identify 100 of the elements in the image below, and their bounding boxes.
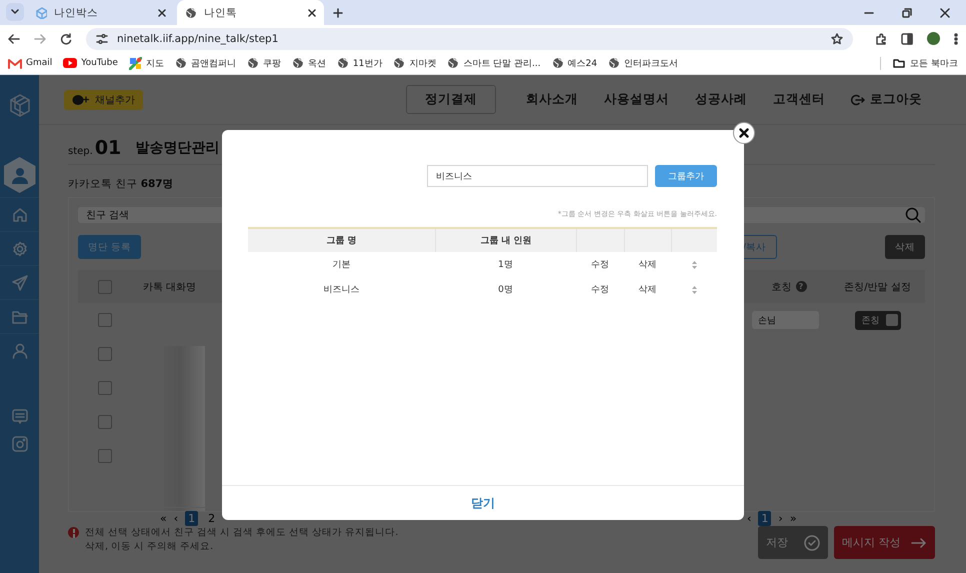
address-bar[interactable]: ninetalk.iif.app/nine_talk/step1 (86, 28, 853, 50)
folder-icon (12, 308, 28, 324)
mail-icon (8, 58, 22, 68)
column-header: 그룹 내 인원 (480, 235, 532, 247)
step-number: step.01 (68, 137, 122, 159)
instagram-icon (12, 436, 28, 452)
save-button[interactable]: 저장 (758, 526, 828, 559)
nav-link[interactable]: 사용설명서 (604, 91, 669, 108)
sort-icon[interactable] (690, 284, 698, 294)
notice-text: 전체 선택 상태에서 친구 검색 시 검색 후에도 선택 상태가 유지됩니다. (85, 526, 398, 540)
person-icon (10, 165, 30, 185)
globe-icon (552, 57, 564, 69)
search-icon[interactable] (905, 207, 921, 223)
logo-icon (8, 93, 30, 117)
bookmark[interactable]: 쿠팡 (246, 56, 281, 70)
close-button[interactable] (733, 122, 755, 144)
delete-button[interactable]: 삭제 (885, 235, 925, 259)
bookmark[interactable]: 스마트 단말 관리... (447, 56, 541, 70)
folder-icon (893, 58, 906, 68)
extension-icon[interactable] (875, 32, 887, 44)
globe-icon (292, 57, 304, 69)
page-arrow[interactable]: › (778, 512, 783, 525)
nav-link[interactable]: 고객센터 (773, 91, 825, 108)
bookmark[interactable]: 지마켓 (393, 56, 436, 70)
chevron-down-icon (11, 9, 19, 15)
notice-text: 삭제, 이동 시 주의해 주세요. (85, 540, 214, 554)
bookmark[interactable]: 인터파크도서 (608, 56, 678, 70)
checkbox[interactable] (98, 449, 112, 463)
browser-tab[interactable]: 나인톡 (177, 0, 324, 25)
page-arrow[interactable]: ‹ (174, 512, 178, 525)
avatar[interactable] (927, 32, 940, 45)
browser-tab[interactable]: 나인박스 (27, 0, 174, 25)
close-icon (739, 128, 749, 138)
checkbox[interactable] (98, 280, 112, 294)
page-arrow[interactable]: » (790, 512, 797, 525)
bookmark[interactable]: Gmail (8, 58, 52, 68)
page-number[interactable]: 2 (205, 511, 218, 526)
bookmark[interactable]: YouTube (63, 58, 118, 68)
chat-plus-icon (72, 94, 90, 106)
bookmark[interactable]: 예스24 (552, 56, 598, 70)
globe-icon (608, 57, 620, 69)
honorific-toggle[interactable]: 존칭 (854, 310, 900, 330)
paper-plane-icon (12, 274, 28, 290)
edit-link[interactable]: 수정 (576, 277, 624, 302)
restore-icon[interactable] (902, 8, 912, 18)
globe-icon (393, 57, 406, 69)
globe-icon (336, 57, 349, 69)
close-button[interactable]: 닫기 (465, 494, 501, 512)
check-circle-icon (804, 534, 820, 550)
checkbox[interactable] (98, 313, 112, 327)
globe-icon (246, 57, 259, 69)
logout-icon (851, 94, 865, 106)
reload-icon[interactable] (60, 32, 72, 44)
add-group-button[interactable]: 그룹추가 (655, 165, 717, 187)
nav-link[interactable]: 회사소개 (526, 91, 578, 108)
close-icon[interactable] (158, 8, 166, 16)
tab-list-button[interactable] (6, 3, 24, 21)
more-icon[interactable] (954, 32, 958, 44)
table-cell-text: 0명 (497, 284, 514, 297)
table-cell-text: 기본 (332, 259, 352, 272)
map-pin-icon (128, 56, 142, 70)
bookmark[interactable]: 곰앤컴퍼니 (174, 56, 236, 70)
all-bookmarks[interactable]: 모든 북마크 (880, 56, 958, 70)
group-name-field[interactable]: 비즈니스 (427, 165, 648, 187)
register-button[interactable]: 명단 등록 (78, 235, 142, 259)
page-arrow[interactable]: « (160, 512, 167, 525)
home-icon (12, 206, 28, 222)
tab-title: 나인박스 (54, 6, 99, 20)
close-icon[interactable] (308, 8, 316, 16)
sidebar-icon[interactable] (901, 32, 913, 44)
star-icon[interactable] (831, 32, 843, 44)
page-number[interactable]: 1 (185, 511, 198, 526)
checkbox[interactable] (98, 381, 112, 395)
gear-icon (12, 240, 28, 256)
page-number[interactable]: 1 (758, 511, 772, 526)
sort-icon[interactable] (690, 260, 698, 270)
checkbox[interactable] (98, 347, 112, 361)
checkbox[interactable] (98, 415, 112, 429)
nav-link[interactable]: 성공사례 (695, 91, 747, 108)
add-channel-button[interactable]: 채널추가 (64, 90, 143, 110)
back-icon[interactable] (8, 32, 20, 44)
bookmark[interactable]: 옥션 (292, 56, 326, 70)
title-field[interactable]: 손님 (752, 311, 819, 329)
page-title: 발송명단관리 (135, 139, 220, 157)
friend-count: 카카오톡 친구 687명 (68, 177, 175, 191)
page-arrow[interactable]: ‹ (747, 512, 752, 525)
plus-icon[interactable] (333, 8, 343, 18)
arrow-right-icon (911, 538, 927, 548)
help-icon[interactable]: ? (796, 281, 806, 292)
column-header: 그룹 명 (326, 235, 357, 247)
forward-icon[interactable] (34, 32, 46, 44)
bookmark[interactable]: 지도 (128, 56, 164, 70)
delete-link[interactable]: 삭제 (624, 277, 671, 302)
logout-link[interactable]: 로그아웃 (851, 91, 922, 108)
warning-icon (68, 527, 79, 538)
close-icon[interactable] (940, 8, 950, 18)
compose-button[interactable]: 메시지 작성 (834, 526, 935, 559)
globe-icon (447, 57, 460, 69)
bookmark[interactable]: 11번가 (336, 56, 382, 70)
tune-icon[interactable] (96, 34, 108, 44)
